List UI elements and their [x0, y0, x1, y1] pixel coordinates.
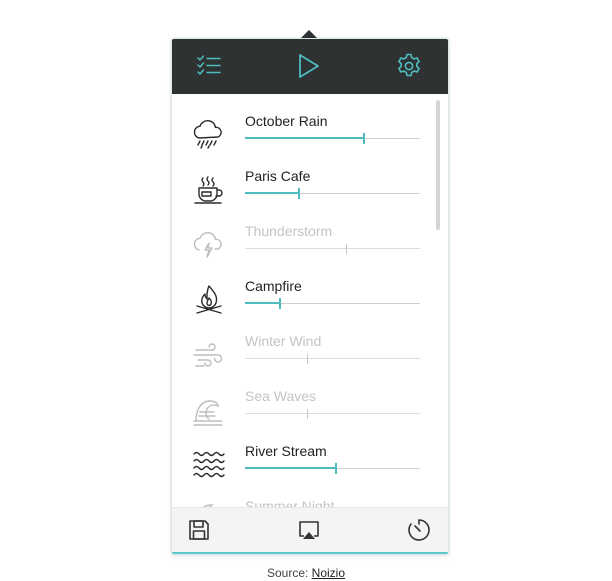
sound-name: Paris Cafe — [245, 168, 311, 184]
sound-list[interactable]: October Rain Paris Cafe Thunderstorm Cam… — [172, 94, 448, 507]
playlist-check-icon — [197, 55, 221, 75]
coffee-cup-icon[interactable] — [190, 171, 228, 209]
bottom-toolbar — [172, 507, 448, 554]
volume-slider[interactable] — [245, 132, 420, 146]
timer-button[interactable] — [406, 517, 432, 543]
volume-slider[interactable] — [245, 352, 420, 366]
sound-row-river-stream: River Stream — [172, 442, 434, 497]
playlist-button[interactable] — [194, 51, 224, 81]
volume-slider[interactable] — [245, 297, 420, 311]
play-button[interactable] — [294, 51, 324, 81]
thunder-cloud-icon[interactable] — [190, 226, 228, 264]
sound-row-october-rain: October Rain — [172, 112, 434, 167]
waves-icon[interactable] — [190, 391, 228, 429]
sound-name: Winter Wind — [245, 333, 322, 349]
sound-name: Summer Night — [245, 498, 335, 507]
wind-icon[interactable] — [190, 336, 228, 374]
noizio-popover: October Rain Paris Cafe Thunderstorm Cam… — [171, 38, 449, 555]
volume-slider[interactable] — [245, 187, 420, 201]
airplay-button[interactable] — [296, 517, 322, 543]
accent-line — [172, 552, 448, 554]
campfire-icon[interactable] — [190, 281, 228, 319]
timer-icon — [408, 519, 430, 541]
sound-name: Sea Waves — [245, 388, 317, 404]
toolbar — [172, 39, 448, 94]
sound-name: October Rain — [245, 113, 328, 129]
source-link[interactable]: Noizio — [312, 566, 345, 580]
source-prefix: Source: — [266, 566, 312, 580]
sound-row-campfire: Campfire — [172, 277, 434, 332]
sound-row-sea-waves: Sea Waves — [172, 387, 434, 442]
settings-button[interactable] — [394, 51, 424, 81]
source-caption: Source: Noizio — [0, 566, 612, 580]
save-icon — [189, 520, 209, 540]
volume-slider[interactable] — [245, 462, 420, 476]
river-stream-icon[interactable] — [190, 446, 228, 484]
rain-cloud-icon[interactable] — [190, 116, 228, 154]
sound-name: River Stream — [245, 443, 327, 459]
volume-slider[interactable] — [245, 407, 420, 421]
airplay-icon — [299, 521, 319, 539]
play-icon — [299, 54, 319, 78]
sound-row-winter-wind: Winter Wind — [172, 332, 434, 387]
sound-name: Campfire — [245, 278, 302, 294]
save-button[interactable] — [186, 517, 212, 543]
gear-icon — [398, 53, 420, 77]
sound-row-paris-cafe: Paris Cafe — [172, 167, 434, 222]
sound-row-summer-night: Summer Night — [172, 497, 434, 507]
volume-slider[interactable] — [245, 242, 420, 256]
sound-name: Thunderstorm — [245, 223, 333, 239]
scrollbar[interactable] — [436, 100, 440, 230]
sound-row-thunderstorm: Thunderstorm — [172, 222, 434, 277]
